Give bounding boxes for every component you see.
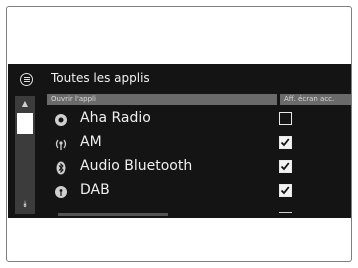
show-on-home-checkbox[interactable]	[279, 136, 292, 149]
app-label: Aha Radio	[80, 110, 151, 126]
app-label: AM	[80, 134, 102, 150]
scrollbar[interactable]: ▲ ⯯	[15, 96, 35, 214]
app-label: DAB	[80, 182, 110, 198]
manual-figure-frame: Toutes les applis Ouvrir l'appli Aff. éc…	[6, 6, 352, 262]
aha-radio-icon	[54, 112, 68, 126]
show-on-home-checkbox[interactable]	[279, 112, 292, 125]
app-label: Audio Bluetooth	[80, 158, 193, 174]
next-row-partial	[58, 213, 168, 216]
radio-antenna-icon	[54, 136, 68, 150]
dab-radio-icon	[54, 184, 68, 198]
app-row-am[interactable]: AM	[47, 131, 351, 155]
show-on-home-checkbox[interactable]	[279, 160, 292, 173]
all-apps-screen: Toutes les applis Ouvrir l'appli Aff. éc…	[8, 64, 351, 218]
screen-header: Toutes les applis	[8, 64, 351, 94]
next-row-checkbox-partial	[279, 212, 292, 216]
bluetooth-icon	[54, 160, 68, 175]
app-row-audio-bluetooth[interactable]: Audio Bluetooth	[47, 155, 351, 179]
app-row-dab[interactable]: DAB	[47, 179, 351, 203]
column-header-open-app: Ouvrir l'appli	[47, 94, 277, 105]
page-title: Toutes les applis	[51, 71, 150, 85]
scroll-thumb[interactable]	[17, 113, 33, 134]
app-row-aha-radio[interactable]: Aha Radio	[47, 107, 351, 131]
show-on-home-checkbox[interactable]	[279, 184, 292, 197]
column-header-show-on-home: Aff. écran acc.	[280, 94, 351, 105]
scroll-down-icon[interactable]: ⯯	[19, 200, 31, 210]
list-menu-icon[interactable]	[20, 73, 33, 86]
scroll-up-icon[interactable]: ▲	[19, 99, 31, 108]
